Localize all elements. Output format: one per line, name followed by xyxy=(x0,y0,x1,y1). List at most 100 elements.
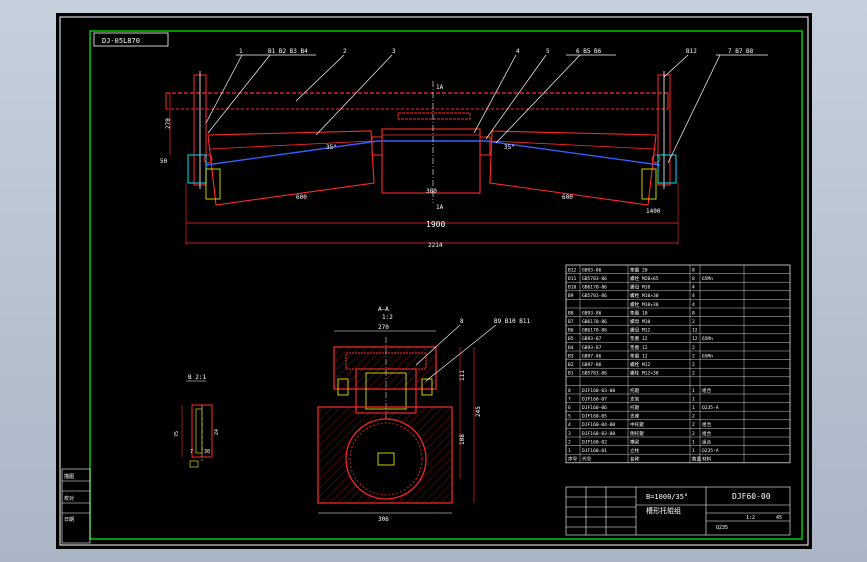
bom-cell: 2 xyxy=(568,439,571,445)
detail-dim-b: 24 xyxy=(214,429,220,435)
title-weight: 45 xyxy=(776,515,782,521)
bom-cell: 垫圈 12 xyxy=(630,352,648,359)
bom-cell: 1 xyxy=(692,396,695,402)
bom-cell: B7 xyxy=(568,319,574,325)
cad-window: DJ-05L870 1A 1A 270 50 600 380 600 1900 … xyxy=(0,0,867,562)
bom-cell: B5 xyxy=(568,336,574,342)
angle-right: 35° xyxy=(504,144,515,151)
left-stamp-2: 校对 xyxy=(64,495,74,502)
bom-cell: 托辊 xyxy=(630,387,640,394)
callout-1: 1 xyxy=(239,48,243,55)
bom-cell: GB93-87 xyxy=(582,336,602,342)
bom-cell: 螺栓 M20×65 xyxy=(630,275,659,282)
title-main: B=1000/35° xyxy=(646,493,688,501)
bom-cell: 中托辊 xyxy=(630,421,644,428)
center-mark-top: 1A xyxy=(436,84,444,91)
bom-header-cell: 代号 xyxy=(582,456,592,463)
callout-7-b7-b8: 7 B7 B8 xyxy=(728,48,754,55)
bom-cell: 65Mn xyxy=(702,276,713,282)
code-box-text: DJ-05L870 xyxy=(102,37,140,45)
left-stamp-3: 日期 xyxy=(64,517,74,523)
bom-cell: GB93-86 xyxy=(582,310,602,316)
section-callout-b9-b11: B9 B10 B11 xyxy=(494,318,531,325)
bom-cell: GB5783-86 xyxy=(582,371,607,377)
left-stamp xyxy=(61,468,91,544)
bom-cell: 螺母 M12 xyxy=(630,327,650,334)
title-scale: 1:2 xyxy=(746,515,755,521)
bom-cell: 1 xyxy=(692,448,695,454)
bom-cell: 组合 xyxy=(702,438,712,445)
bom-cell: 2 xyxy=(692,353,695,359)
drawing-number: DJF60-00 xyxy=(732,492,771,501)
callout-b12: B12 xyxy=(686,48,697,55)
bom-cell: 4 xyxy=(568,422,571,428)
bom-cell: 垫圈 10 xyxy=(630,309,648,316)
bom-cell: 组合 xyxy=(702,421,712,428)
bom-cell: 螺栓 M10×30 xyxy=(630,301,659,308)
callout-b1-b4: B1 B2 B3 B4 xyxy=(268,48,308,55)
bom-cell: B4 xyxy=(568,345,574,351)
section-label: A—A xyxy=(378,306,389,313)
title-material: Q235 xyxy=(716,525,728,531)
bom-cell: B11 xyxy=(568,276,577,282)
bom-cell: B12 xyxy=(568,267,577,273)
bom-cell: DJF160-03-00 xyxy=(582,431,615,437)
bom-cell: DJF160-06 xyxy=(582,405,607,411)
bom-cell: 6 xyxy=(568,405,571,411)
bom-cell: B6 xyxy=(568,328,574,334)
center-mark-bottom: 1A xyxy=(436,204,444,211)
bom-cell: GB6170-86 xyxy=(582,319,607,325)
bom-cell: 螺母 M10 xyxy=(630,318,650,325)
dim-total: 2214 xyxy=(428,242,443,249)
bom-cell: Q235-A xyxy=(702,405,719,411)
bom-cell: 65Mn xyxy=(702,353,713,359)
bom-cell: 2 xyxy=(692,362,695,368)
bom-cell: Q235-A xyxy=(702,448,719,454)
bom-cell: GB5783-86 xyxy=(582,276,607,282)
bom-cell: GB97-86 xyxy=(582,362,602,368)
dim-bottom-left: 600 xyxy=(296,194,307,201)
bom-cell: 横梁 xyxy=(630,438,640,445)
section-dim-top: 270 xyxy=(378,324,389,331)
bom-cell: 5 xyxy=(568,414,571,420)
bom-cell: 8 xyxy=(692,267,695,273)
dim-small-left: 50 xyxy=(160,158,168,165)
bom-header-cell: 名称 xyxy=(630,456,640,463)
bom-cell: B1 xyxy=(568,371,574,377)
bom-cell: GB93-86 xyxy=(582,267,602,273)
bom-cell: 组合 xyxy=(702,430,712,437)
bom-cell: 托辊 xyxy=(630,404,640,411)
bom-cell: 螺栓 M12×30 xyxy=(630,370,659,377)
bom-cell: 4 xyxy=(692,285,695,291)
bom-cell: B3 xyxy=(568,353,574,359)
bom-cell: 2 xyxy=(692,414,695,420)
bom-cell: DJF160-05 xyxy=(582,414,607,420)
bom-cell: 3 xyxy=(568,431,571,437)
bom-cell: 垫圈 20 xyxy=(630,266,648,273)
section-dim-h2: 245 xyxy=(475,406,482,417)
bom-cell: 1 xyxy=(692,405,695,411)
main-view: 1A 1A 270 50 600 380 600 1900 2214 35° 3… xyxy=(160,48,768,249)
bom-cell: 2 xyxy=(692,422,695,428)
bom-cell: 8 xyxy=(692,310,695,316)
callout-6-b5-b6: 6 B5 B6 xyxy=(576,48,602,55)
bom-cell: 立柱 xyxy=(630,447,640,454)
bom-cell: 4 xyxy=(692,302,695,308)
bom-cell: 垫圈 12 xyxy=(630,335,648,342)
bom-header-cell: 序号 xyxy=(568,456,578,463)
dim-right-small: 1400 xyxy=(646,208,661,215)
detail-view: B 2:1 75 24 7 30 xyxy=(174,374,220,468)
bom-cell: GB6170-86 xyxy=(582,285,607,291)
detail-dim-c: 7 xyxy=(190,449,193,455)
bom-cell: 螺栓 M12 xyxy=(630,361,650,368)
bom-cell: 1 xyxy=(568,448,571,454)
dim-bottom-mid: 380 xyxy=(426,188,437,195)
callout-5: 5 xyxy=(546,48,550,55)
bom-header-cell: 数量 xyxy=(692,456,702,463)
section-scale: 1:2 xyxy=(382,314,393,321)
bom-cell: B8 xyxy=(568,310,574,316)
drawing-viewport[interactable]: DJ-05L870 1A 1A 270 50 600 380 600 1900 … xyxy=(56,13,812,549)
bom-header-cell: 材料 xyxy=(702,456,712,463)
bom-cell: 组合 xyxy=(702,387,712,394)
bom-cell: 侧托辊 xyxy=(630,430,644,437)
